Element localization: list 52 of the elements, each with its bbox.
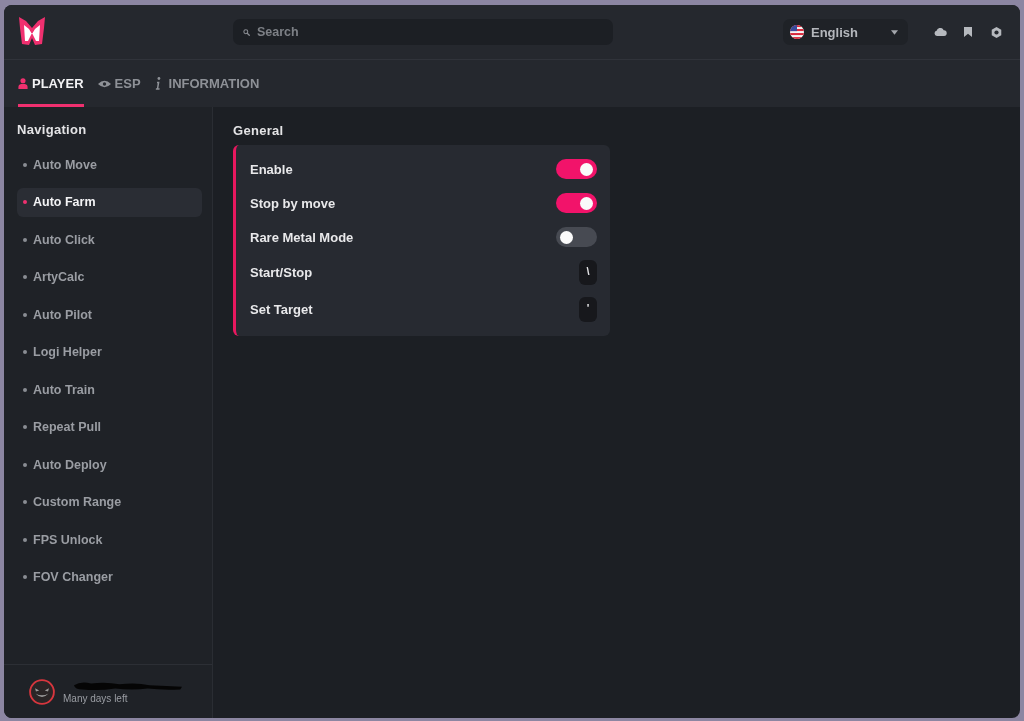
setting-label: Rare Metal Mode bbox=[250, 229, 354, 245]
person-icon bbox=[18, 78, 28, 89]
sidebar-item[interactable]: FPS Unlock bbox=[17, 525, 202, 554]
sidebar-item[interactable]: Auto Move bbox=[17, 150, 202, 179]
toggle-switch[interactable] bbox=[556, 227, 597, 247]
toggle-switch[interactable] bbox=[556, 159, 597, 179]
sidebar-item[interactable]: Repeat Pull bbox=[17, 412, 202, 442]
sidebar-item[interactable]: Auto Train bbox=[17, 375, 202, 404]
bullet-icon bbox=[23, 237, 27, 242]
section-heading: General bbox=[233, 123, 284, 139]
eye-icon bbox=[97, 79, 111, 88]
bullet-icon bbox=[23, 462, 27, 467]
search-icon bbox=[243, 28, 250, 36]
keybind-button[interactable]: ' bbox=[579, 297, 597, 322]
bullet-icon bbox=[23, 312, 27, 317]
toggle-switch[interactable] bbox=[556, 193, 597, 213]
caret-icon bbox=[891, 29, 898, 35]
bullet-icon bbox=[23, 387, 27, 392]
sidebar-item[interactable]: ArtyCalc bbox=[17, 262, 202, 292]
bullet-icon bbox=[23, 575, 27, 579]
sidebar-item[interactable]: FOV Changer bbox=[17, 562, 202, 592]
bullet-icon bbox=[23, 425, 27, 429]
language-select[interactable]: English bbox=[783, 19, 908, 45]
bullet-icon bbox=[23, 200, 27, 204]
bullet-icon bbox=[23, 162, 27, 167]
info-icon bbox=[154, 77, 161, 90]
bullet-icon bbox=[23, 500, 27, 504]
logo-icon bbox=[18, 16, 46, 46]
sidebar-item[interactable]: Logi Helper bbox=[17, 337, 202, 367]
bullet-icon bbox=[23, 350, 27, 354]
tab[interactable]: ESP bbox=[97, 60, 141, 107]
bookmark-icon bbox=[964, 27, 972, 37]
keybind-button[interactable]: \ bbox=[579, 260, 597, 285]
sidebar-item[interactable]: Auto Farm bbox=[17, 187, 202, 217]
subscription-status: Many days left bbox=[63, 693, 128, 705]
bullet-icon bbox=[23, 275, 27, 279]
flag-icon bbox=[790, 25, 804, 39]
cloud-icon bbox=[933, 28, 947, 36]
sidebar-item[interactable]: Custom Range bbox=[17, 487, 202, 517]
setting-label: Enable bbox=[250, 161, 293, 177]
sidebar-heading: Navigation bbox=[17, 122, 87, 138]
sidebar-item[interactable]: Auto Pilot bbox=[17, 300, 202, 329]
tab[interactable]: INFORMATION bbox=[154, 60, 260, 107]
settings-icon bbox=[990, 26, 1002, 38]
search-field[interactable]: Search bbox=[233, 19, 613, 45]
avatar-icon bbox=[29, 678, 55, 705]
setting-label: Set Target bbox=[250, 302, 313, 317]
bullet-icon bbox=[23, 537, 27, 542]
sidebar-item[interactable]: Auto Click bbox=[17, 225, 202, 254]
setting-label: Start/Stop bbox=[250, 265, 313, 280]
sidebar-item[interactable]: Auto Deploy bbox=[17, 450, 202, 479]
setting-label: Stop by move bbox=[250, 195, 336, 211]
